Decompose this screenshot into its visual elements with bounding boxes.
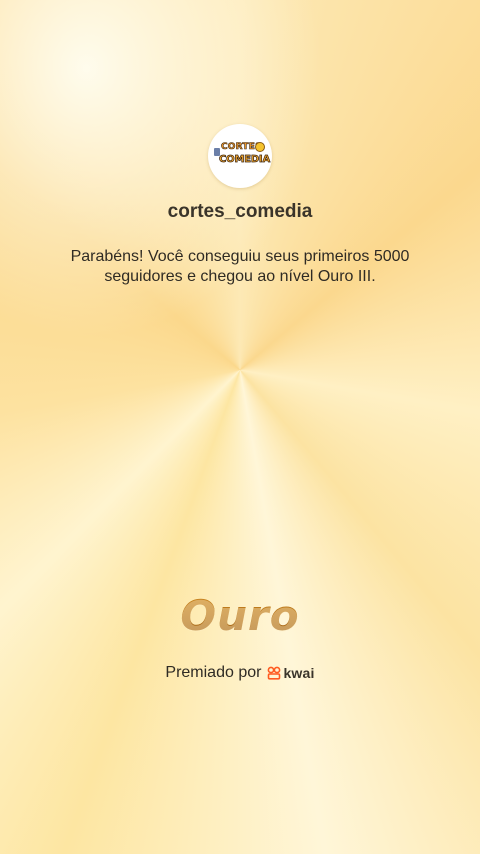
congratulations-message: Parabéns! Você conseguiu seus primeiros … [70, 248, 410, 285]
profile-username: cortes_comedia [167, 201, 313, 222]
award-credit: Premiado por kwai [0, 664, 480, 682]
kwai-brand-text: kwai [283, 665, 315, 681]
kwai-icon [268, 666, 281, 680]
gold-level-reward-screen: CORTES COMEDIA cortes_comedia Parabéns! … [0, 0, 480, 854]
award-label: Premiado por [165, 664, 262, 681]
avatar-logo-text-bottom: COMEDIA [219, 154, 271, 166]
laughing-face-icon [255, 142, 265, 152]
tier-title: Ouro [0, 591, 480, 640]
profile-avatar[interactable]: CORTES COMEDIA [208, 124, 272, 188]
kwai-logo: kwai [267, 665, 314, 681]
